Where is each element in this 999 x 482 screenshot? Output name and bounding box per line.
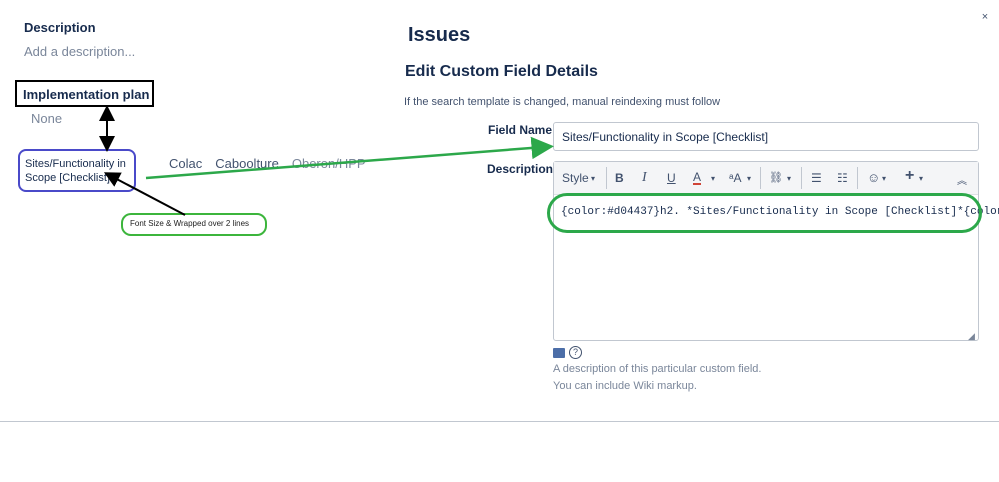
sites-tag-list: Colac Caboolture Oberon/HPP [169, 156, 379, 171]
numbered-list-icon[interactable]: ☷ [837, 171, 848, 185]
resize-handle-icon[interactable]: ◢ [968, 331, 975, 342]
help-text-line1: A description of this particular custom … [553, 363, 762, 375]
chevron-down-icon[interactable]: ▾ [919, 174, 923, 183]
field-name-input[interactable] [553, 122, 979, 151]
implementation-plan-label: Implementation plan [23, 87, 150, 102]
chevron-down-icon[interactable]: ▾ [882, 174, 886, 183]
chevron-down-icon[interactable]: ▾ [711, 174, 715, 183]
italic-button[interactable]: I [642, 170, 647, 186]
emoji-icon[interactable]: ☺ [867, 170, 880, 185]
toolbar-separator [801, 167, 802, 189]
chevron-down-icon[interactable]: ▾ [787, 174, 791, 183]
description-label: Description [487, 162, 554, 176]
bullet-list-icon[interactable]: ☰ [811, 171, 822, 185]
tag-oberon[interactable]: Oberon/HPP [292, 156, 366, 171]
bold-button[interactable]: B [615, 171, 624, 185]
tag-colac[interactable]: Colac [169, 156, 202, 171]
text-color-button[interactable]: A [693, 171, 702, 185]
left-description-placeholder[interactable]: Add a description... [24, 44, 135, 59]
insert-plus-icon[interactable]: + [905, 167, 914, 185]
tag-caboolture[interactable]: Caboolture [215, 156, 279, 171]
wiki-markup-icon[interactable] [553, 348, 565, 358]
toolbar-separator [760, 167, 761, 189]
collapse-toolbar-icon[interactable]: ︽ [957, 172, 967, 187]
sites-field-label: Sites/Functionality in Scope [Checklist] [25, 158, 126, 184]
underline-button[interactable]: U [667, 171, 676, 185]
chevron-down-icon[interactable]: ▾ [591, 174, 595, 183]
form-title: Edit Custom Field Details [405, 63, 598, 80]
implementation-plan-value[interactable]: None [31, 111, 62, 126]
link-icon[interactable]: ⛓ [769, 171, 783, 184]
close-icon[interactable]: × [978, 10, 992, 24]
annotation-highlight-ring [547, 193, 982, 233]
page-title: Issues [408, 24, 471, 46]
bottom-divider [0, 421, 999, 422]
toolbar-separator [857, 167, 858, 189]
style-dropdown[interactable]: Style [562, 171, 589, 185]
more-formatting-button[interactable]: ᵃA [729, 171, 741, 185]
toolbar-separator [606, 167, 607, 189]
help-text-line2: You can include Wiki markup. [553, 380, 697, 392]
help-icon[interactable]: ? [569, 346, 582, 359]
field-name-label: Field Name [488, 123, 553, 137]
reindex-hint: If the search template is changed, manua… [404, 96, 721, 108]
left-description-label: Description [24, 20, 96, 35]
annotation-note-text: Font Size & Wrapped over 2 lines [130, 219, 250, 228]
chevron-down-icon[interactable]: ▾ [747, 174, 751, 183]
